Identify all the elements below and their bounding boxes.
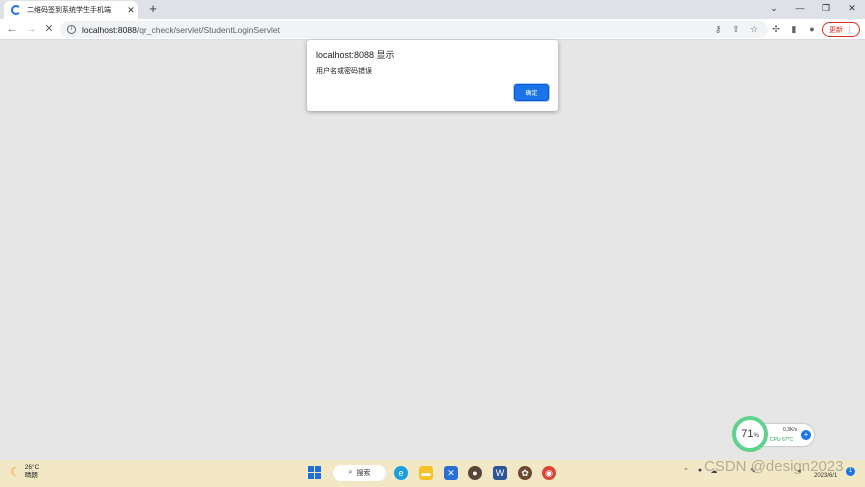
edge-browser-icon[interactable]: e <box>394 466 408 480</box>
dialog-message: 用户名或密码错误 <box>316 68 372 75</box>
url-path: /qr_check/servlet/StudentLoginServlet <box>136 24 280 35</box>
tab-search-chevron-icon[interactable]: ⌄ <box>766 2 782 15</box>
tab-title: 二维码签到系统学生手机端 <box>27 7 111 14</box>
weather-temperature: 26°C <box>24 464 40 471</box>
side-panel-icon[interactable]: ▮ <box>788 23 800 35</box>
tab-close-icon[interactable]: ✕ <box>125 5 137 16</box>
address-url[interactable]: localhost:8088/qr_check/servlet/StudentL… <box>82 25 280 35</box>
address-bar[interactable]: i localhost:8088/qr_check/servlet/Studen… <box>60 21 768 38</box>
close-window-button[interactable]: ✕ <box>844 2 860 15</box>
browser-toolbar: ← → ✕ i localhost:8088/qr_check/servlet/… <box>0 19 865 40</box>
app-blue-icon[interactable]: ✕ <box>444 466 458 480</box>
start-windows-icon[interactable] <box>308 466 322 480</box>
forward-button[interactable]: → <box>24 22 38 36</box>
app-avatar-icon[interactable]: ● <box>468 466 482 480</box>
update-label: 更新 <box>829 26 843 34</box>
menu-kebab-icon: ⋮ <box>846 26 853 34</box>
monitor-plus-icon[interactable]: + <box>801 430 811 440</box>
memory-percent: 71 <box>741 428 754 440</box>
profile-avatar-icon[interactable]: ● <box>806 23 818 35</box>
new-tab-button[interactable]: + <box>146 2 160 16</box>
share-icon[interactable]: ⇪ <box>730 23 742 35</box>
tab-strip: 二维码签到系统学生手机端 ✕ + ⌄ — ❐ ✕ <box>0 0 865 19</box>
app-dark-icon[interactable]: ✿ <box>518 466 532 480</box>
key-icon[interactable]: ⚷ <box>712 23 724 35</box>
taskbar-search[interactable]: ⌕ 搜索 <box>333 465 386 481</box>
notification-badge[interactable]: 1 <box>846 467 855 476</box>
loading-favicon-icon <box>11 5 21 15</box>
minimize-button[interactable]: — <box>792 2 808 15</box>
update-button[interactable]: 更新 ⋮ <box>822 22 860 37</box>
back-button[interactable]: ← <box>5 22 19 36</box>
weather-description: 晴朗 <box>24 472 38 479</box>
weather-widget[interactable]: ☾ 26°C 晴朗 <box>10 464 39 480</box>
memory-percent-unit: % <box>753 432 759 439</box>
tray-chevron-up-icon[interactable]: ⌃ <box>681 467 691 475</box>
bookmark-star-icon[interactable]: ☆ <box>748 23 760 35</box>
restore-button[interactable]: ❐ <box>818 2 834 15</box>
search-label: 搜索 <box>356 470 371 477</box>
extensions-puzzle-icon[interactable]: ✣ <box>770 23 782 35</box>
site-info-icon[interactable]: i <box>67 25 76 34</box>
search-icon: ⌕ <box>348 469 353 476</box>
memory-usage-ring: 71% <box>732 416 768 452</box>
watermark: CSDN @design2023 <box>704 458 844 475</box>
stop-loading-button[interactable]: ✕ <box>42 22 56 36</box>
network-speed: 0.3K/s <box>783 427 798 433</box>
cpu-temperature: CPU 67°C <box>770 437 794 443</box>
chrome-icon[interactable]: ◉ <box>542 466 556 480</box>
word-icon[interactable]: W <box>493 466 507 480</box>
moon-weather-icon: ☾ <box>10 465 21 479</box>
file-explorer-icon[interactable]: ▬ <box>419 466 433 480</box>
dialog-ok-button[interactable]: 确定 <box>514 84 549 101</box>
url-host: localhost:8088 <box>82 24 137 35</box>
tab-active[interactable]: 二维码签到系统学生手机端 ✕ <box>4 1 138 19</box>
system-monitor-widget[interactable]: 71% 0.3K/s CPU 67°C + <box>732 416 816 454</box>
dialog-title: localhost:8088 显示 <box>316 50 395 60</box>
alert-dialog: localhost:8088 显示 用户名或密码错误 确定 <box>307 40 558 111</box>
